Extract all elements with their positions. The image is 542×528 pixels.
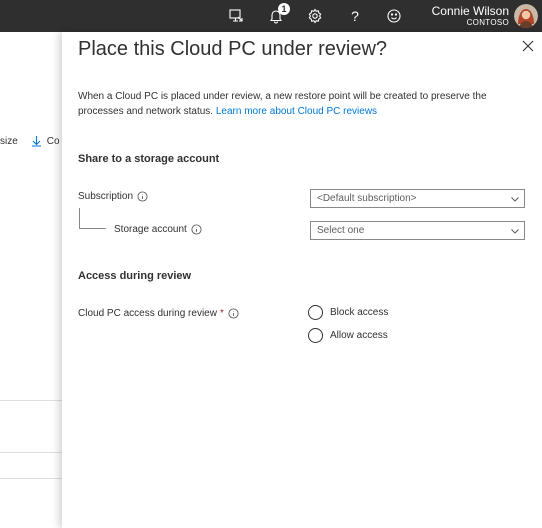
required-marker: * xyxy=(219,308,224,319)
info-icon[interactable] xyxy=(137,191,148,202)
chevron-down-icon xyxy=(511,229,519,234)
panel-description: When a Cloud PC is placed under review, … xyxy=(78,89,528,119)
block-access-label: Block access xyxy=(330,307,389,318)
divider xyxy=(0,452,62,453)
access-section-heading: Access during review xyxy=(78,270,192,282)
remote-desktop-icon[interactable] xyxy=(226,6,246,26)
subscription-label: Subscription xyxy=(78,191,148,202)
smiley-icon xyxy=(387,9,401,23)
background-toolbar: size Co xyxy=(0,132,60,150)
user-name: Connie Wilson xyxy=(431,4,509,18)
allow-access-radio[interactable]: Allow access xyxy=(308,328,388,343)
review-panel: Place this Cloud PC under review? When a… xyxy=(62,32,542,528)
info-icon[interactable] xyxy=(228,308,239,319)
access-label: Cloud PC access during review * xyxy=(78,308,239,319)
help-button[interactable]: ? xyxy=(345,6,365,26)
storage-account-placeholder: Select one xyxy=(317,225,365,236)
info-icon[interactable] xyxy=(191,224,202,235)
background-toolbar-text[interactable]: size xyxy=(0,136,18,147)
background-toolbar-text-2[interactable]: Co xyxy=(47,136,60,147)
top-header-bar: 1 ? Connie Wilson CONTOSO xyxy=(0,0,542,32)
subscription-label-text: Subscription xyxy=(78,191,134,202)
subscription-dropdown[interactable]: <Default subscription> xyxy=(310,189,525,208)
subscription-value: <Default subscription> xyxy=(317,193,417,204)
help-icon: ? xyxy=(351,8,359,24)
radio-button[interactable] xyxy=(308,305,323,320)
storage-account-label: Storage account xyxy=(114,224,202,235)
notifications-button[interactable]: 1 xyxy=(266,3,290,26)
tree-connector xyxy=(79,228,106,229)
divider xyxy=(0,400,62,401)
block-access-radio[interactable]: Block access xyxy=(308,305,388,320)
panel-title: Place this Cloud PC under review? xyxy=(78,38,388,60)
learn-more-link[interactable]: Learn more about Cloud PC reviews xyxy=(216,106,377,117)
gear-icon xyxy=(308,8,322,24)
storage-section-heading: Share to a storage account xyxy=(78,153,220,165)
chevron-down-icon xyxy=(511,197,519,202)
close-icon xyxy=(522,40,534,52)
close-button[interactable] xyxy=(520,38,536,54)
access-label-text: Cloud PC access during review xyxy=(78,308,217,319)
avatar[interactable] xyxy=(514,4,538,28)
tree-connector xyxy=(79,208,80,228)
user-org: CONTOSO xyxy=(466,18,509,27)
divider xyxy=(0,478,62,479)
storage-account-dropdown[interactable]: Select one xyxy=(310,221,525,240)
radio-button[interactable] xyxy=(308,328,323,343)
background-page: size Co xyxy=(0,32,62,528)
download-icon[interactable] xyxy=(31,135,42,147)
allow-access-label: Allow access xyxy=(330,330,388,341)
account-menu[interactable]: Connie Wilson CONTOSO xyxy=(432,4,509,28)
feedback-button[interactable] xyxy=(384,6,404,26)
settings-button[interactable] xyxy=(305,6,325,26)
storage-account-label-text: Storage account xyxy=(114,224,187,235)
notification-badge: 1 xyxy=(278,3,290,15)
